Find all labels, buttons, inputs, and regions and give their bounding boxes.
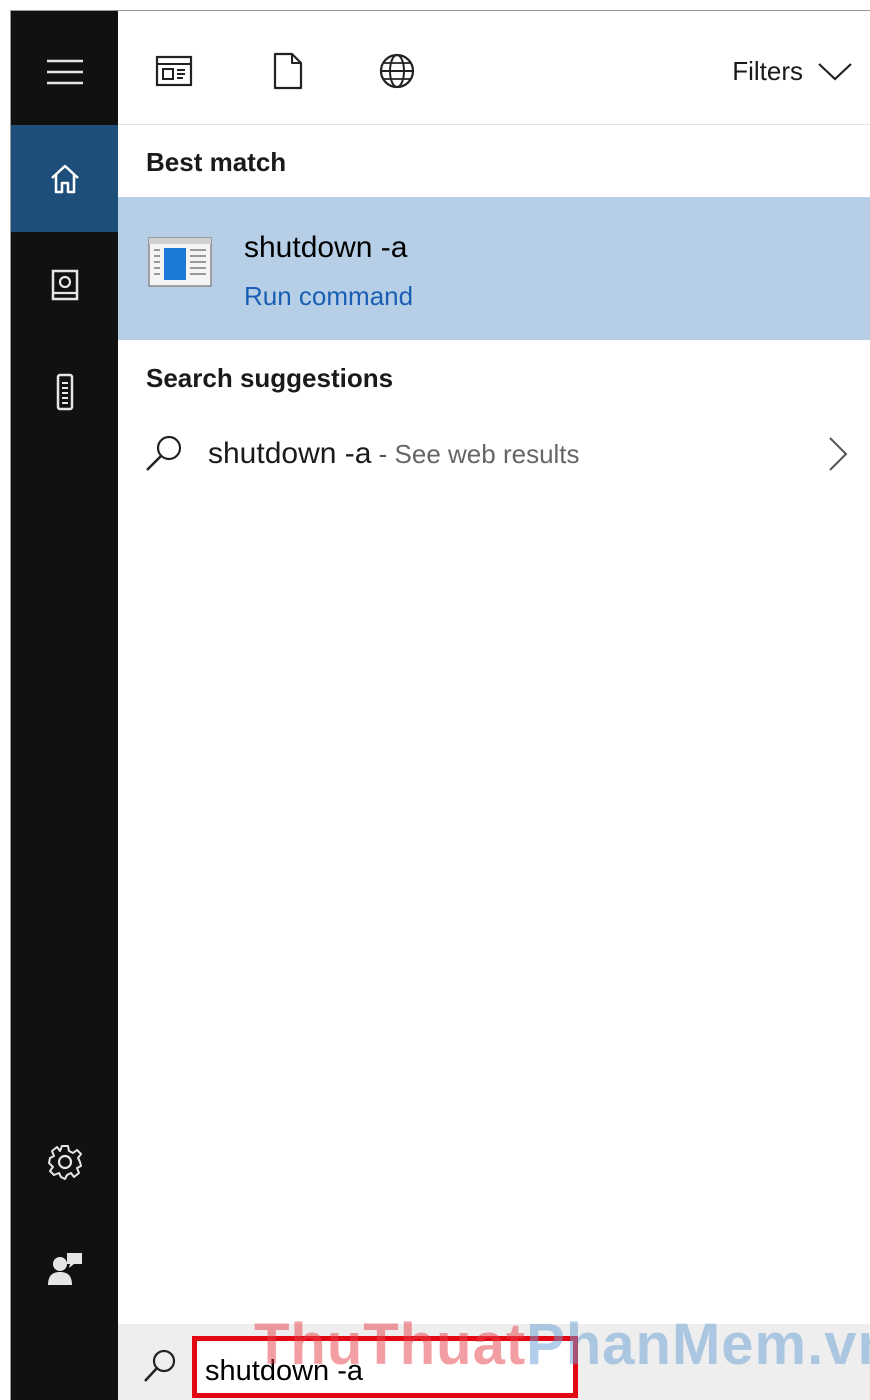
feedback-button[interactable]	[11, 1215, 118, 1322]
filter-toolbar: Filters	[118, 11, 870, 125]
results-panel: Filters Best match shutdown -a Run comma…	[118, 11, 870, 1400]
notebook-button[interactable]	[11, 232, 118, 339]
home-icon	[50, 164, 79, 193]
search-suggestions-heading: Search suggestions	[146, 363, 394, 393]
filters-label: Filters	[732, 55, 803, 86]
run-command-app-icon	[148, 237, 212, 292]
left-rail	[11, 11, 118, 1400]
documents-filter-button[interactable]	[268, 51, 308, 91]
home-button[interactable]	[11, 125, 118, 232]
chevron-down-icon	[818, 63, 852, 81]
menu-icon	[46, 59, 83, 84]
best-match-result[interactable]: shutdown -a Run command	[118, 197, 870, 340]
best-match-heading: Best match	[146, 147, 287, 177]
suggestion-hint: See web results	[394, 439, 580, 469]
menu-button[interactable]	[11, 18, 118, 125]
search-icon	[144, 433, 184, 478]
settings-button[interactable]	[11, 1108, 118, 1215]
settings-icon	[47, 1144, 82, 1180]
apps-filter-button[interactable]	[154, 51, 194, 91]
web-filter-button[interactable]	[377, 51, 417, 91]
chevron-right-icon	[827, 435, 849, 478]
suggestion-item[interactable]: shutdown -a - See web results	[118, 419, 870, 489]
search-input[interactable]	[192, 1336, 578, 1398]
devices-button[interactable]	[11, 339, 118, 446]
suggestion-separator: -	[371, 439, 395, 469]
suggestion-text: shutdown -a - See web results	[208, 437, 580, 471]
search-bar	[118, 1324, 870, 1400]
notebook-icon	[51, 269, 78, 300]
best-match-subtitle: Run command	[244, 281, 414, 311]
documents-icon	[273, 52, 303, 90]
web-icon	[379, 53, 415, 89]
search-bar-icon	[142, 1348, 178, 1389]
devices-icon	[56, 373, 73, 410]
best-match-title: shutdown -a	[244, 231, 408, 264]
search-window: Filters Best match shutdown -a Run comma…	[10, 10, 870, 1400]
apps-icon	[155, 55, 193, 87]
feedback-icon	[47, 1252, 82, 1285]
filters-dropdown[interactable]: Filters	[732, 55, 853, 87]
suggestion-query: shutdown -a	[208, 437, 372, 470]
